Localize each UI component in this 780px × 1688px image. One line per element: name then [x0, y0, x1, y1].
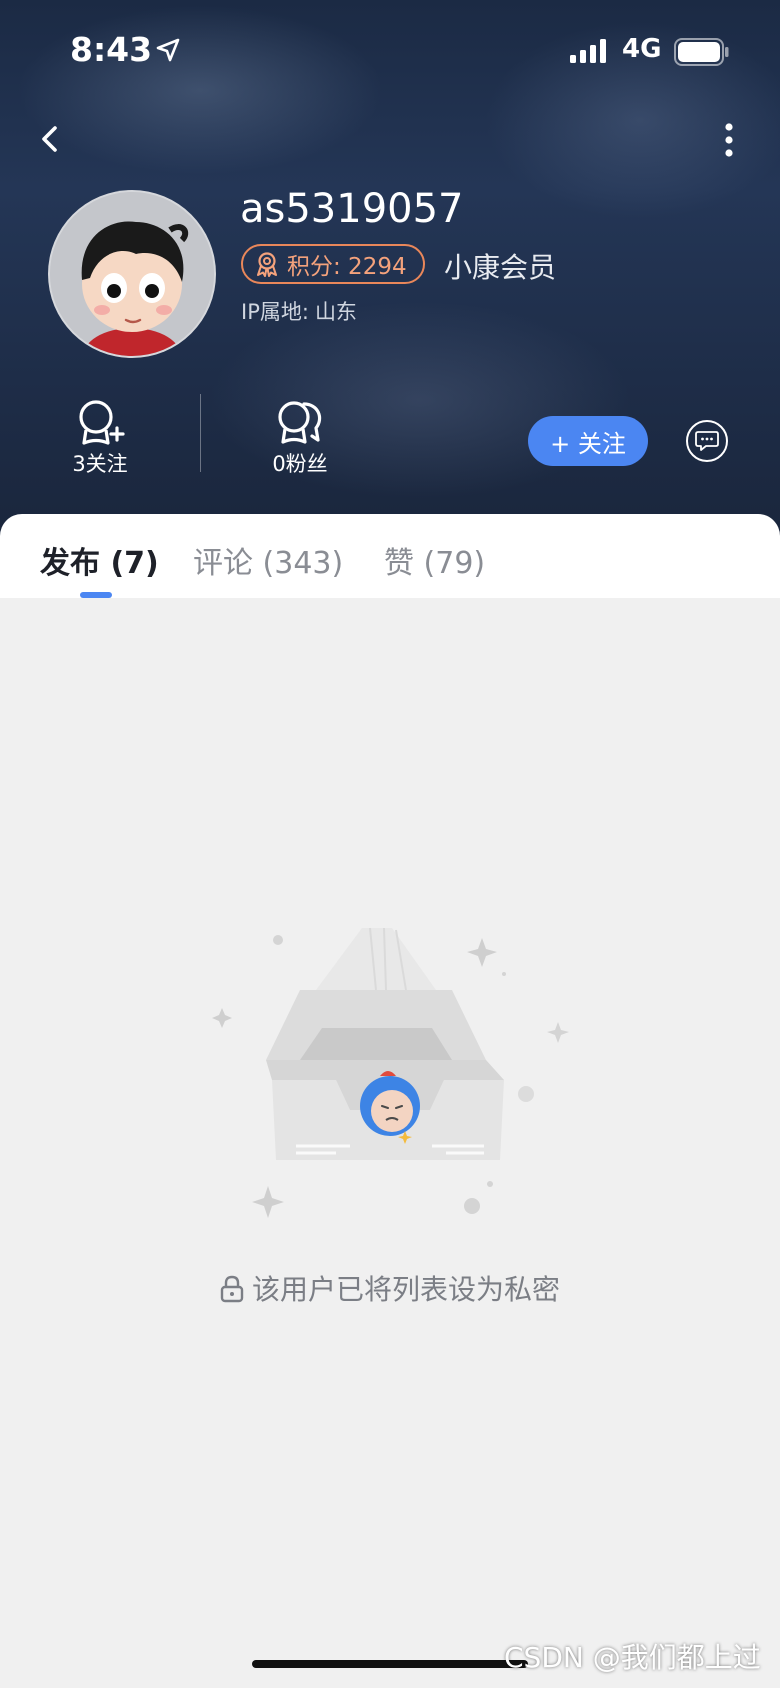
lock-icon: [220, 1275, 244, 1303]
privacy-message-text: 该用户已将列表设为私密: [251, 1273, 560, 1306]
users-icon: [278, 401, 322, 444]
following-stat[interactable]: 3关注: [40, 398, 160, 478]
ip-value: 山东: [314, 300, 357, 324]
status-bar: 8:43 4G: [0, 0, 780, 100]
back-chevron-icon[interactable]: [34, 122, 68, 156]
ip-location: IP属地: 山东: [241, 296, 357, 326]
more-vertical-icon[interactable]: [714, 120, 744, 160]
fans-count: 0粉丝: [272, 452, 328, 476]
network-type: 4G: [622, 34, 662, 64]
battery-icon: [674, 38, 729, 66]
tab-bar: 发布 (7) 评论 (343) 赞 (79): [0, 514, 780, 598]
tab-posts[interactable]: 发布 (7): [40, 538, 159, 582]
ip-label: IP属地:: [241, 300, 309, 324]
chat-bubble-icon: [695, 431, 719, 451]
location-arrow-icon: [156, 38, 180, 62]
active-tab-indicator: [80, 592, 112, 598]
empty-box-illustration: [212, 927, 569, 1218]
signal-icon: [570, 39, 606, 63]
member-level: 小康会员: [444, 251, 557, 284]
points-label: 积分: 2294: [287, 254, 407, 280]
tab-likes[interactable]: 赞 (79): [384, 538, 485, 582]
points-badge[interactable]: 积分: 2294: [241, 244, 425, 284]
privacy-message: 该用户已将列表设为私密: [0, 1268, 780, 1308]
fans-stat[interactable]: 0粉丝: [240, 398, 360, 478]
status-time: 8:43: [70, 30, 153, 69]
follow-button[interactable]: + 关注: [528, 416, 648, 466]
following-count: 3关注: [72, 452, 128, 476]
cartoon-boy-avatar-icon: [50, 192, 214, 356]
message-button[interactable]: [686, 420, 728, 462]
profile-header: 8:43 4G as5319057 积分: 2294 小康会员 IP属地: 山东…: [0, 0, 780, 540]
add-user-icon: [79, 400, 125, 445]
watermark: CSDN @我们都上过: [504, 1641, 761, 1674]
username: as5319057: [240, 186, 464, 232]
home-indicator[interactable]: [252, 1660, 528, 1668]
tab-comments[interactable]: 评论 (343): [193, 538, 343, 582]
medal-icon: [257, 252, 277, 277]
stat-divider: [200, 394, 201, 472]
avatar[interactable]: [48, 190, 216, 358]
